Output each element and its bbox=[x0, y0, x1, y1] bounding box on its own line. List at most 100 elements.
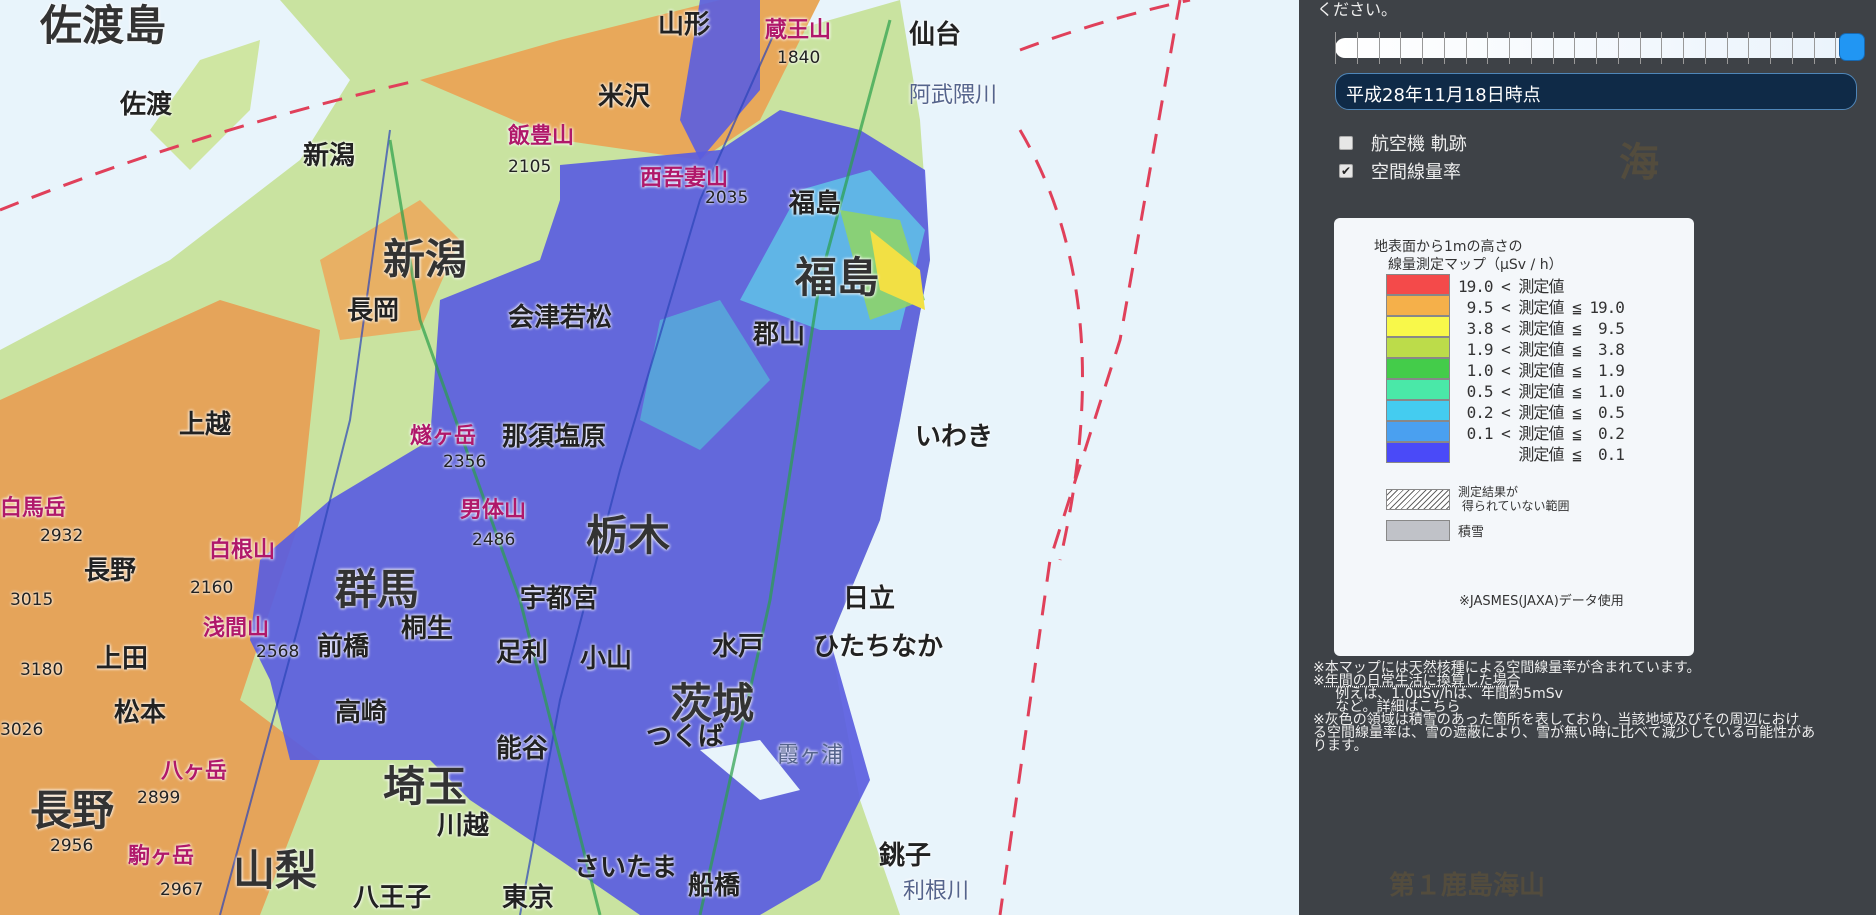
elevation-label: 3180 bbox=[20, 660, 64, 680]
note-snow: ※灰色の領域は積雪のあった箇所を表しており、当該地域及びその周辺におけ る空間線… bbox=[1313, 712, 1816, 754]
elevation-label: 3015 bbox=[10, 590, 54, 610]
date-slider[interactable] bbox=[1335, 32, 1865, 64]
color-swatch bbox=[1386, 337, 1450, 358]
city-label: 郡山 bbox=[753, 320, 806, 350]
slider-tick bbox=[1813, 32, 1815, 64]
slider-tick bbox=[1400, 32, 1402, 64]
city-label: 上越 bbox=[179, 410, 232, 440]
layer-label: 空間線量率 bbox=[1371, 162, 1461, 183]
city-label: 宇都宮 bbox=[520, 584, 599, 614]
color-swatch bbox=[1386, 442, 1450, 463]
notes: ※本マップには天然核種による空間線量率が含まれています。 ※年間の日常生活に換算し… bbox=[1313, 661, 1816, 754]
city-label: 長岡 bbox=[347, 296, 400, 326]
slider-tick bbox=[1574, 32, 1576, 64]
city-label: 長野 bbox=[84, 556, 137, 586]
instruction-text: ください。 bbox=[1317, 0, 1398, 19]
mountain-label: 八ヶ岳 bbox=[161, 759, 228, 784]
slider-tick bbox=[1704, 32, 1706, 64]
city-label: 新潟 bbox=[303, 141, 356, 171]
city-label: 高崎 bbox=[335, 698, 388, 728]
prefecture-label: 栃木 bbox=[586, 511, 671, 560]
mountain-label: 浅間山 bbox=[203, 616, 270, 641]
city-label: 会津若松 bbox=[508, 303, 613, 333]
legend-range: 測定値 ≦ 0.1 bbox=[1458, 444, 1624, 464]
legend-row: 測定値 ≦ 0.1 bbox=[1386, 442, 1686, 464]
checkbox[interactable] bbox=[1339, 136, 1353, 150]
legend-title: 地表面から1mの高さの bbox=[1374, 239, 1523, 255]
elevation-label: 2035 bbox=[705, 188, 749, 208]
sea-label: 海 bbox=[1619, 140, 1659, 186]
slider-tick bbox=[1356, 32, 1358, 64]
mountain-label: 男体山 bbox=[460, 498, 527, 523]
prefecture-label: 佐渡島 bbox=[40, 1, 167, 50]
city-label: 松本 bbox=[114, 698, 167, 728]
slider-tick bbox=[1770, 32, 1771, 64]
legend-row: 19.0 < 測定値 bbox=[1386, 274, 1686, 296]
slider-tick bbox=[1378, 32, 1380, 64]
prefecture-label: 群馬 bbox=[335, 565, 420, 614]
city-label: 能谷 bbox=[496, 734, 549, 764]
legend-row: 0.1 < 測定値 ≦ 0.2 bbox=[1386, 421, 1686, 443]
date-display: 平成28年11月18日時点 bbox=[1335, 73, 1857, 110]
slider-tick bbox=[1487, 32, 1489, 64]
slider-tick bbox=[1726, 32, 1728, 64]
legend-no-data: 測定結果が 得られていない範囲 bbox=[1386, 485, 1686, 513]
city-label: 福島 bbox=[789, 189, 842, 219]
legend-row: 1.9 < 測定値 ≦ 3.8 bbox=[1386, 337, 1686, 359]
city-label: 上田 bbox=[96, 644, 149, 674]
elevation-label: 2105 bbox=[508, 157, 552, 177]
city-label: ひたちなか bbox=[813, 632, 944, 662]
slider-tick bbox=[1530, 32, 1532, 64]
city-label: 米沢 bbox=[598, 82, 651, 112]
prefecture-label: 新潟 bbox=[383, 235, 468, 284]
legend-row: 9.5 < 測定値 ≦ 19.0 bbox=[1386, 295, 1686, 317]
legend-snow: 積雪 bbox=[1386, 520, 1686, 541]
city-label: 仙台 bbox=[909, 20, 962, 50]
slider-tick bbox=[1465, 32, 1467, 64]
checkbox[interactable]: ✔ bbox=[1339, 164, 1353, 178]
snow-swatch bbox=[1386, 520, 1450, 541]
slider-tick bbox=[1683, 32, 1684, 64]
mountain-label: 燧ヶ岳 bbox=[410, 424, 477, 449]
layer-air-dose-rate[interactable]: ✔ 空間線量率 bbox=[1339, 158, 1461, 184]
slider-tick bbox=[1748, 32, 1750, 64]
legend: 地表面から1mの高さの 線量測定マップ（μSv / h） 19.0 < 測定値 9… bbox=[1334, 218, 1694, 656]
city-label: 水戸 bbox=[712, 632, 765, 662]
slider-tick bbox=[1422, 32, 1423, 64]
slider-tick bbox=[1617, 32, 1619, 64]
elevation-label: 2568 bbox=[256, 642, 300, 662]
legend-row: 3.8 < 測定値 ≦ 9.5 bbox=[1386, 316, 1686, 338]
prefecture-label: 山梨 bbox=[233, 846, 318, 895]
mountain-label: 駒ヶ岳 bbox=[128, 844, 195, 869]
legend-snow-text: 積雪 bbox=[1458, 525, 1485, 540]
city-label: 佐渡 bbox=[120, 90, 173, 120]
color-swatch bbox=[1386, 400, 1450, 421]
legend-no-data-text: 測定結果が 得られていない範囲 bbox=[1458, 485, 1570, 513]
legend-row: 0.5 < 測定値 ≦ 1.0 bbox=[1386, 379, 1686, 401]
slider-thumb[interactable] bbox=[1839, 33, 1865, 61]
prefecture-label: 長野 bbox=[30, 786, 115, 835]
slider-tick bbox=[1552, 32, 1554, 64]
river-label: 阿武隈川 bbox=[909, 83, 998, 108]
color-swatch bbox=[1386, 358, 1450, 379]
slider-tick bbox=[1335, 32, 1336, 64]
city-label: さいたま bbox=[574, 853, 678, 883]
mountain-label: 白根山 bbox=[209, 538, 276, 563]
seamount-label: 第１鹿島海山 bbox=[1389, 871, 1546, 901]
elevation-label: 2956 bbox=[50, 836, 94, 856]
hatch-swatch bbox=[1386, 488, 1450, 510]
city-label: 日立 bbox=[843, 584, 896, 614]
river-label: 利根川 bbox=[903, 879, 970, 904]
legend-row: 1.0 < 測定値 ≦ 1.9 bbox=[1386, 358, 1686, 380]
elevation-label: 2160 bbox=[190, 578, 234, 598]
prefecture-label: 福島 bbox=[795, 253, 880, 302]
slider-tick bbox=[1791, 32, 1793, 64]
map-view[interactable]: 佐渡 新潟 米沢 山形 仙台 福島 長岡 会津若松 郡山 上越 那須塩原 いわき 長野 宇都宮 日立 前橋 桐生… bbox=[0, 0, 1299, 915]
mountain-label: 蔵王山 bbox=[765, 18, 832, 43]
city-label: 船橋 bbox=[688, 871, 741, 901]
river-label: 霞ヶ浦 bbox=[777, 743, 844, 768]
slider-tick bbox=[1835, 32, 1837, 64]
color-swatch bbox=[1386, 379, 1450, 400]
city-label: 山形 bbox=[658, 10, 711, 40]
layer-aircraft-track[interactable]: 航空機 軌跡 bbox=[1339, 130, 1467, 156]
